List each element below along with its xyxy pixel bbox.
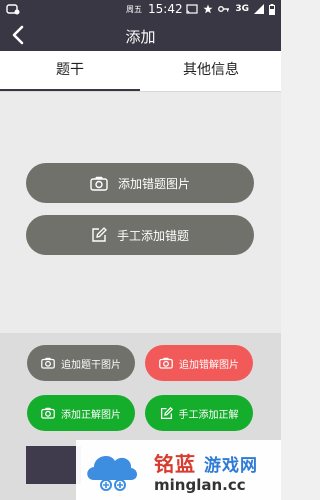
page-title: 添加 xyxy=(125,28,156,46)
status-icons: 3G xyxy=(186,2,275,16)
watermark-brand: 铭蓝 游戏网 xyxy=(154,448,258,477)
add-stem-image-button[interactable]: 追加题干图片 xyxy=(27,345,135,381)
main-content: 添加错题图片 手工添加错题 xyxy=(0,92,281,333)
watermark-site: minglan.cc xyxy=(154,476,246,494)
status-bar: 周五 15:42 3G xyxy=(0,0,281,19)
camera-icon xyxy=(159,357,173,369)
watermark-brand-name: 铭蓝 xyxy=(154,452,196,476)
cast-icon xyxy=(186,4,198,14)
status-day: 周五 xyxy=(126,5,142,14)
camera-icon xyxy=(90,176,108,191)
status-time: 15:42 xyxy=(148,2,183,16)
add-correct-answer-image-button[interactable]: 添加正解图片 xyxy=(27,395,135,431)
add-wrong-answer-image-label: 追加错解图片 xyxy=(179,359,239,371)
watermark-brand-suffix: 游戏网 xyxy=(203,456,258,476)
cloud-logo-icon xyxy=(82,446,142,494)
manual-add-correct-answer-label: 手工添加正解 xyxy=(178,409,239,421)
camera-icon xyxy=(41,407,55,419)
notification-app-icon xyxy=(6,3,20,15)
edit-icon xyxy=(91,227,107,243)
key-icon xyxy=(218,5,230,13)
submit-button[interactable] xyxy=(26,446,81,484)
add-question-image-label: 添加错题图片 xyxy=(117,176,190,191)
battery-icon xyxy=(269,3,275,15)
add-correct-answer-image-label: 添加正解图片 xyxy=(61,409,121,421)
add-stem-image-label: 追加题干图片 xyxy=(61,359,121,371)
nav-bar: 添加 xyxy=(0,19,281,51)
tab-bar: 题干 其他信息 xyxy=(0,51,281,92)
network-label: 3G xyxy=(235,4,249,14)
star-icon xyxy=(203,4,213,14)
signal-icon xyxy=(254,4,264,14)
site-watermark: 铭蓝 游戏网 minglan.cc xyxy=(76,440,281,500)
edit-icon xyxy=(160,406,173,420)
manual-add-correct-answer-button[interactable]: 手工添加正解 xyxy=(145,395,253,431)
tab-stem[interactable]: 题干 xyxy=(0,51,140,91)
add-question-image-button[interactable]: 添加错题图片 xyxy=(26,163,254,203)
tab-other-info[interactable]: 其他信息 xyxy=(141,51,281,91)
manual-add-question-button[interactable]: 手工添加错题 xyxy=(26,215,254,255)
manual-add-question-label: 手工添加错题 xyxy=(116,228,189,243)
add-wrong-answer-image-button[interactable]: 追加错解图片 xyxy=(145,345,253,381)
camera-icon xyxy=(41,357,55,369)
